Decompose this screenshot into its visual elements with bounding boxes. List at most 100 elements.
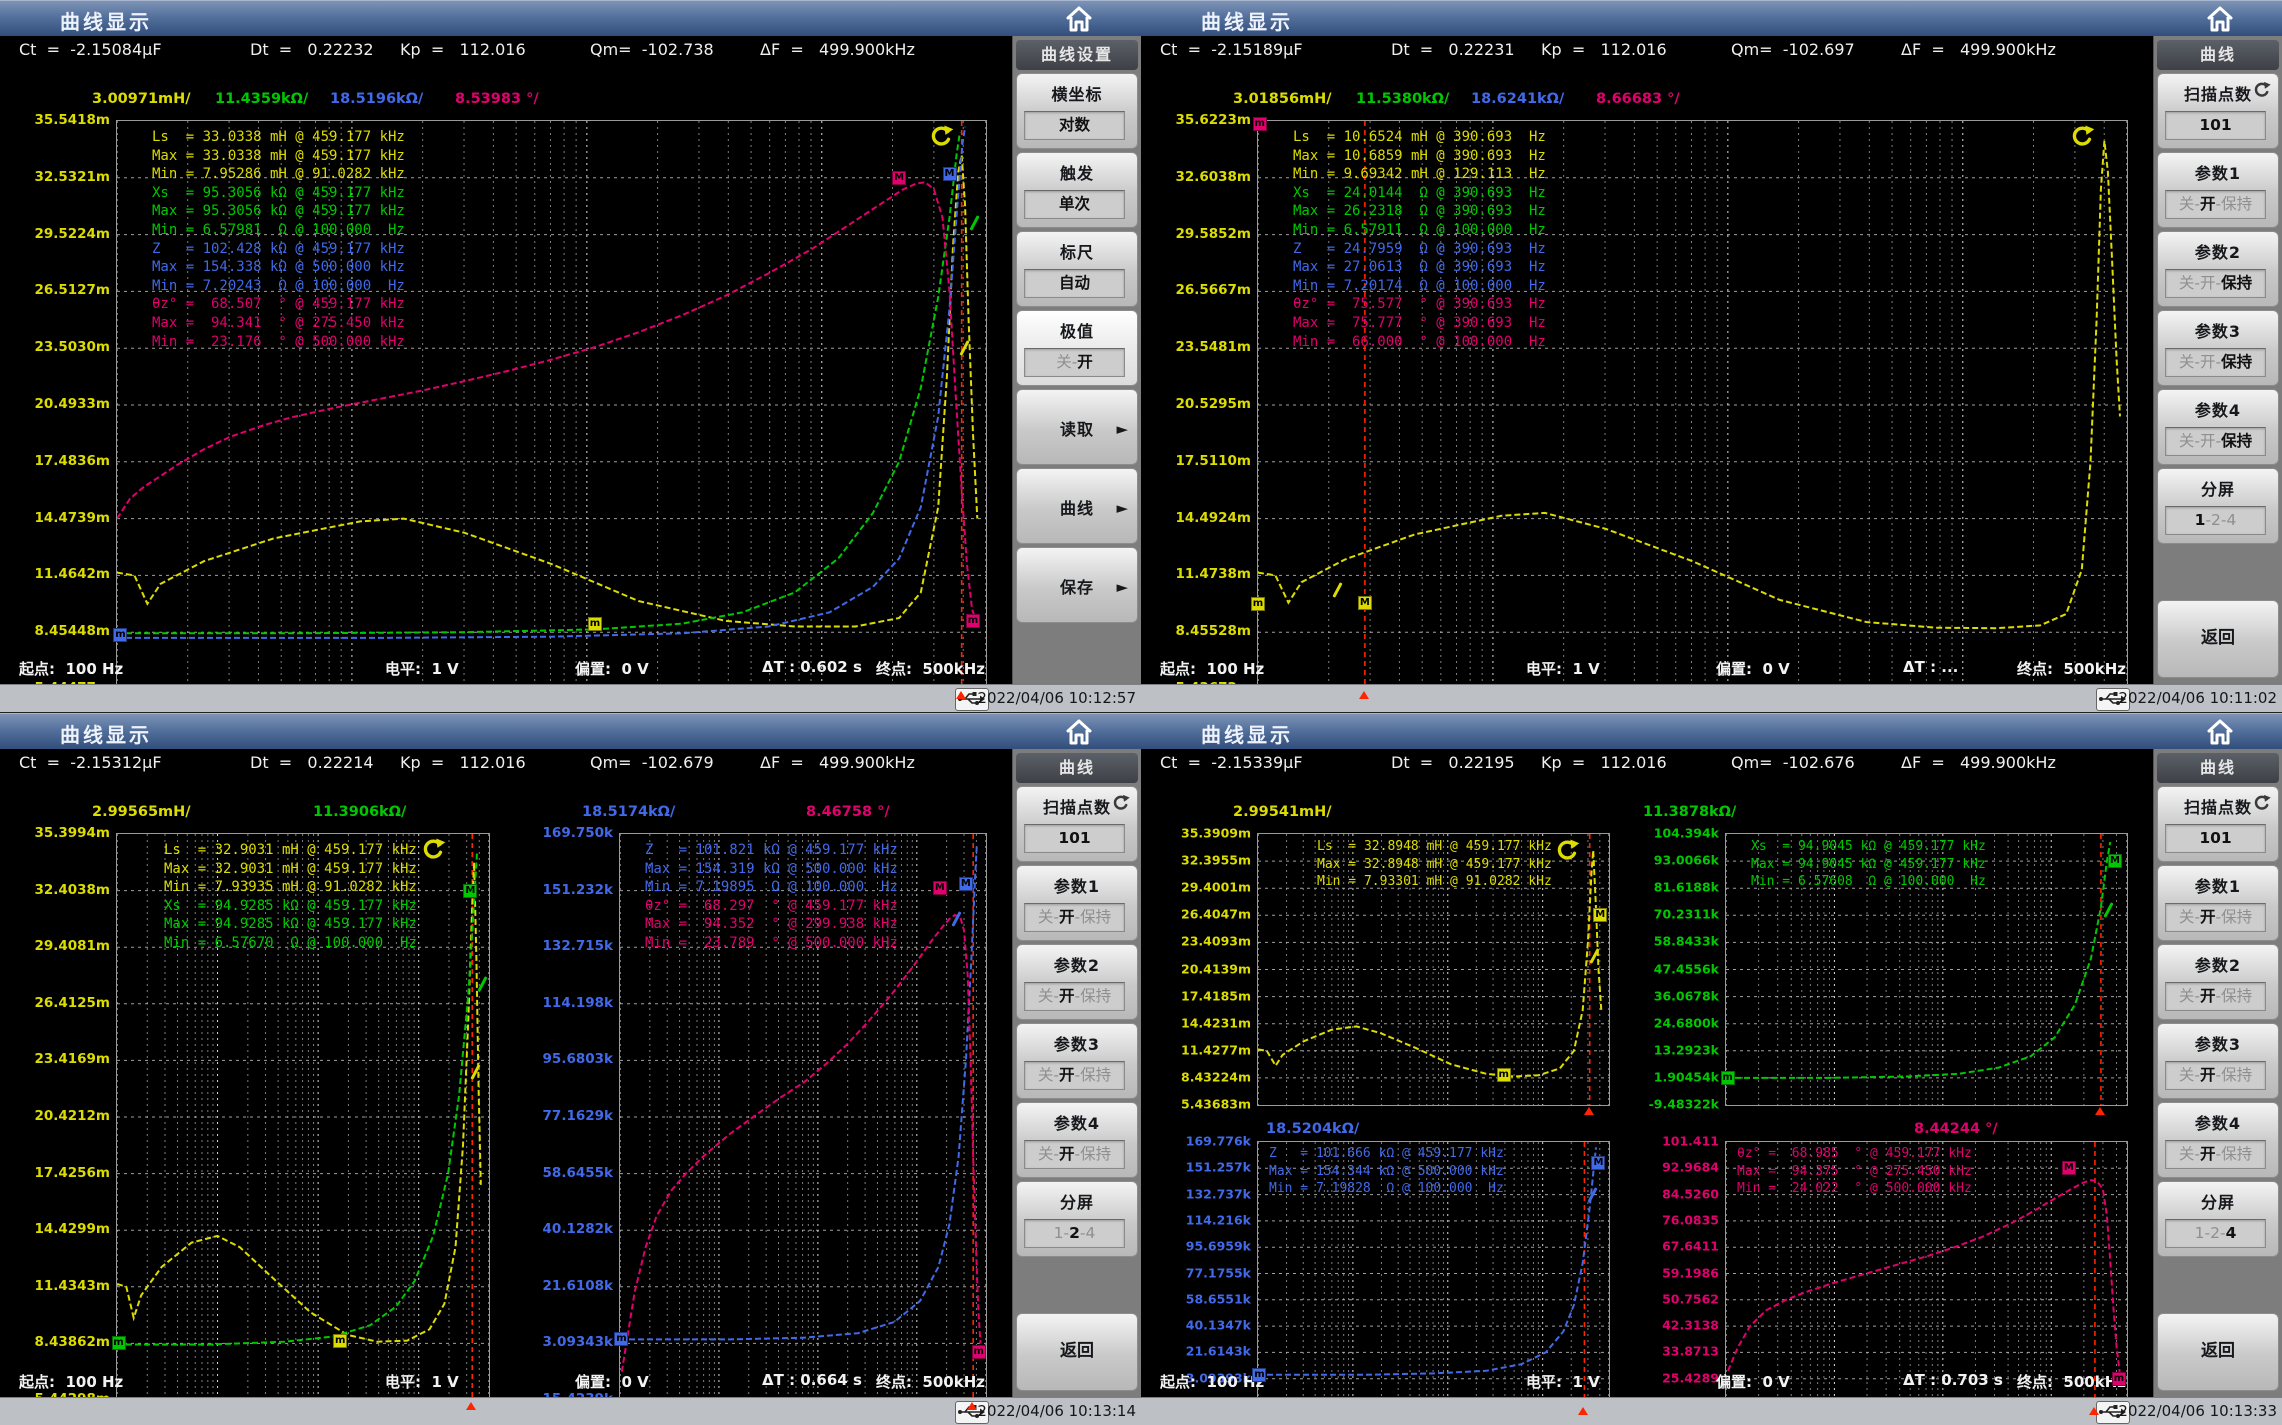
- softkey-分屏[interactable]: 分屏1-2-4: [2157, 468, 2279, 544]
- value-option-active: 开: [2200, 908, 2216, 926]
- softkey-分屏[interactable]: 分屏1-2-4: [1016, 1181, 1138, 1257]
- softkey-参数4[interactable]: 参数4关-开-保持: [2157, 389, 2279, 465]
- legend-line: θz° = 75.577 ° @ 390.693 Hz: [1293, 295, 1546, 314]
- softkey-label: 参数3: [2158, 1031, 2278, 1055]
- home-icon[interactable]: [1062, 718, 1096, 746]
- sweep-repeat-icon: [1111, 793, 1131, 813]
- scale-label-m: 8.66683 °/: [1596, 91, 1680, 107]
- softkey-参数1[interactable]: 参数1关-开-保持: [1016, 865, 1138, 941]
- softkey-参数2[interactable]: 参数2关-开-保持: [2157, 231, 2279, 307]
- legend-line: Min = 7.20243 Ω @ 100.000 Hz: [152, 277, 405, 296]
- softkey-value: 关-开-保持: [2165, 903, 2266, 932]
- legend-line: Min = 6.57608 Ω @ 100.000 Hz: [1751, 873, 1986, 891]
- softkey-参数3[interactable]: 参数3关-开-保持: [2157, 1023, 2279, 1099]
- timestamp: 2022/04/06 10:12:57: [977, 689, 1136, 707]
- y-axis-label: 35.6223m: [1165, 112, 1251, 128]
- softkey-分屏[interactable]: 分屏1-2-4: [2157, 1181, 2279, 1257]
- page-title: 曲线显示: [1201, 6, 1293, 35]
- home-icon[interactable]: [1062, 5, 1096, 33]
- value-option: 保持: [2221, 1066, 2252, 1084]
- scale-label-m: 8.46758 °/: [806, 804, 890, 820]
- value-option-active: 保持: [2221, 274, 2252, 292]
- home-icon[interactable]: [2203, 5, 2237, 33]
- y-axis-label: 104.394k: [1633, 826, 1719, 841]
- softkey-扫描点数[interactable]: 扫描点数101: [2157, 786, 2279, 862]
- y-axis-label: 11.4277m: [1165, 1042, 1251, 1057]
- y-axis-label: 26.4047m: [1165, 907, 1251, 922]
- legend-line: Min = 23.176 ° @ 500.000 kHz: [152, 333, 405, 352]
- y-axis-label: 42.3138: [1633, 1318, 1719, 1333]
- y-axis-label: 14.4924m: [1165, 510, 1251, 526]
- softkey-参数3[interactable]: 参数3关-开-保持: [2157, 310, 2279, 386]
- home-button[interactable]: [1062, 718, 1096, 746]
- softkey-label: 分屏: [2158, 476, 2278, 500]
- softkey-参数1[interactable]: 参数1关-开-保持: [2157, 152, 2279, 228]
- softkey-label: 参数2: [2158, 239, 2278, 263]
- measurement-value: Qm= -102.697: [1731, 40, 1855, 59]
- timestamp: 2022/04/06 10:13:33: [2118, 1402, 2277, 1420]
- softkey-参数2[interactable]: 参数2关-开-保持: [1016, 944, 1138, 1020]
- legend-line: Min = 7.95286 mH @ 91.0282 kHz: [152, 165, 405, 184]
- softkey-扫描点数[interactable]: 扫描点数101: [2157, 73, 2279, 149]
- scale-label-m: 8.44244 °/: [1914, 1121, 1998, 1137]
- softkey-标尺[interactable]: 标尺自动: [1016, 231, 1138, 307]
- y-axis-label: 14.4231m: [1165, 1015, 1251, 1030]
- y-axis-label: 81.6188k: [1633, 880, 1719, 895]
- submenu-arrow-icon: ►: [1116, 420, 1128, 438]
- measurement-value: Qm= -102.738: [590, 40, 714, 59]
- home-button[interactable]: [2203, 5, 2237, 33]
- back-button[interactable]: 返回: [1016, 1313, 1138, 1391]
- measurement-value: Kp = 112.016: [400, 753, 526, 772]
- y-axis-label: 8.43862m: [24, 1334, 110, 1350]
- scale-label-g: 11.4359kΩ/: [215, 91, 308, 107]
- softkey-参数4[interactable]: 参数4关-开-保持: [1016, 1102, 1138, 1178]
- softkey-触发[interactable]: 触发单次: [1016, 152, 1138, 228]
- value-option: 关: [2179, 908, 2195, 926]
- softkey-读取[interactable]: 读取►: [1016, 389, 1138, 465]
- softkey-横坐标[interactable]: 横坐标对数: [1016, 73, 1138, 149]
- value-option: 关: [2179, 987, 2195, 1005]
- sweep-position-triangle: [1578, 1407, 1588, 1415]
- submenu-arrow-icon: ►: [1116, 578, 1128, 596]
- softkey-曲线[interactable]: 曲线►: [1016, 468, 1138, 544]
- back-button[interactable]: 返回: [2157, 600, 2279, 678]
- value-option-active: 101: [2199, 116, 2231, 134]
- marker-m-g: m: [112, 1336, 126, 1350]
- marker-readout-legend: Ls = 32.9031 mH @ 459.177 kHzMax = 32.90…: [164, 841, 417, 953]
- legend-line: Max = 27.0613 Ω @ 390.693 Hz: [1293, 258, 1546, 277]
- marker-m-y: m: [588, 617, 602, 631]
- y-axis-label: 8.45448m: [24, 623, 110, 639]
- softkey-value: 关-开-保持: [2165, 427, 2266, 456]
- marker-M-b: M: [959, 877, 973, 891]
- status-item: ΔT : 0.703 s: [1903, 1371, 2003, 1389]
- y-axis-label: 36.0678k: [1633, 988, 1719, 1003]
- softkey-参数2[interactable]: 参数2关-开-保持: [2157, 944, 2279, 1020]
- value-option: 关: [2179, 274, 2195, 292]
- legend-line: Min = 7.93301 mH @ 91.0282 kHz: [1317, 873, 1552, 891]
- softkey-极值[interactable]: 极值关-开: [1016, 310, 1138, 386]
- home-icon[interactable]: [2203, 718, 2237, 746]
- value-option-active: 单次: [1059, 195, 1090, 213]
- legend-line: Xs = 94.9285 kΩ @ 459.177 kHz: [164, 897, 417, 916]
- legend-line: Max = 26.2318 Ω @ 390.693 Hz: [1293, 202, 1546, 221]
- y-axis-label: 40.1282k: [527, 1221, 613, 1237]
- softkey-参数3[interactable]: 参数3关-开-保持: [1016, 1023, 1138, 1099]
- sweep-repeat-icon-wrap: [2069, 123, 2096, 150]
- softkey-扫描点数[interactable]: 扫描点数101: [1016, 786, 1138, 862]
- sweep-repeat-icon: [2069, 123, 2096, 150]
- home-button[interactable]: [1062, 5, 1096, 33]
- legend-line: θz° = 68.985 ° @ 459.177 kHz: [1737, 1145, 1972, 1163]
- curve-series-m: [622, 915, 981, 1372]
- sweep-repeat-icon-wrap: [928, 123, 955, 150]
- measurement-value: Dt = 0.22195: [1391, 753, 1515, 772]
- scale-label-y: 2.99541mH/: [1233, 804, 1332, 820]
- softkey-参数1[interactable]: 参数1关-开-保持: [2157, 865, 2279, 941]
- value-option-active: 自动: [1059, 274, 1090, 292]
- home-button[interactable]: [2203, 718, 2237, 746]
- marker-M-y: M: [1593, 908, 1607, 922]
- status-item: ΔT : ...: [1903, 658, 1958, 676]
- softkey-参数4[interactable]: 参数4关-开-保持: [2157, 1102, 2279, 1178]
- legend-line: Z = 24.7959 Ω @ 390.693 Hz: [1293, 240, 1546, 259]
- softkey-保存[interactable]: 保存►: [1016, 547, 1138, 623]
- back-button[interactable]: 返回: [2157, 1313, 2279, 1391]
